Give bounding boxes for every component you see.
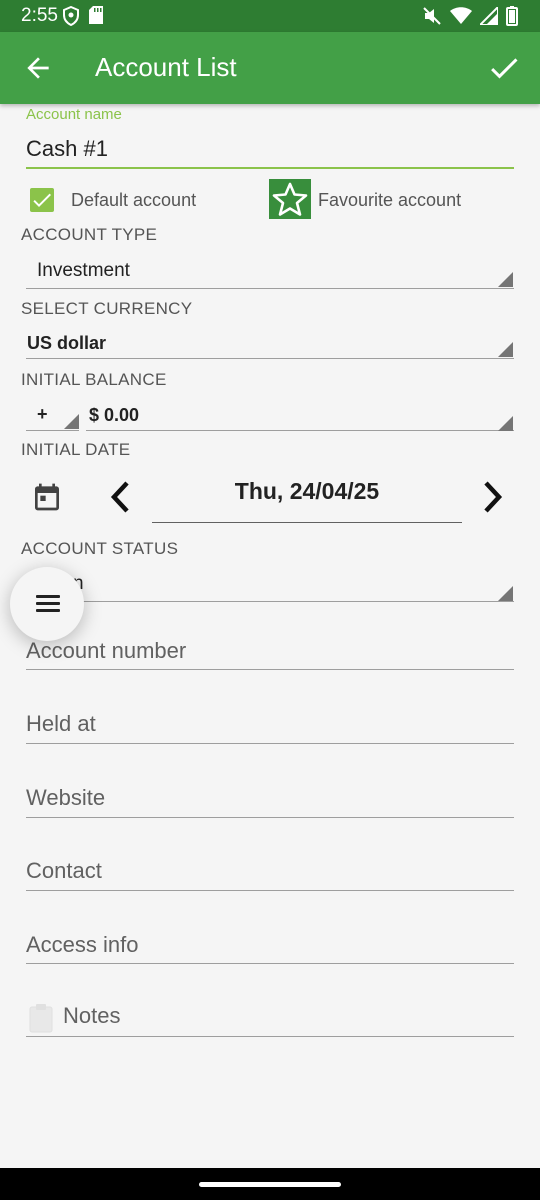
currency-underline xyxy=(26,358,514,359)
checkmark-icon xyxy=(33,193,51,207)
website-input[interactable]: Website xyxy=(26,785,105,811)
notes-underline xyxy=(26,1036,514,1037)
currency-value: US dollar xyxy=(27,333,107,353)
balance-amount-underline xyxy=(86,430,514,431)
menu-fab-button[interactable] xyxy=(10,567,84,641)
account-type-label: ACCOUNT TYPE xyxy=(21,225,158,244)
menu-icon xyxy=(36,595,60,616)
star-icon xyxy=(272,182,308,216)
app-bar: Account List xyxy=(0,32,540,104)
signal-icon xyxy=(480,7,498,25)
initial-date-underline xyxy=(152,522,462,523)
held-at-underline xyxy=(26,743,514,744)
mute-icon xyxy=(423,7,441,25)
home-gesture-handle[interactable] xyxy=(199,1182,341,1187)
shield-icon xyxy=(63,6,79,26)
dropdown-arrow-icon xyxy=(64,414,79,429)
favourite-account-label: Favourite account xyxy=(318,190,462,210)
calendar-icon[interactable] xyxy=(31,481,63,513)
account-name-label: Account name xyxy=(26,106,122,123)
chevron-right-icon[interactable] xyxy=(478,480,506,514)
balance-sign-value: + xyxy=(37,404,48,424)
notes-input[interactable]: Notes xyxy=(63,1003,120,1029)
balance-amount-value: $ 0.00 xyxy=(89,405,140,425)
arrow-back-icon[interactable] xyxy=(22,52,54,84)
account-type-value: Investment xyxy=(37,260,130,281)
account-number-input[interactable]: Account number xyxy=(26,638,186,664)
balance-sign-underline xyxy=(26,430,79,431)
website-underline xyxy=(26,817,514,818)
dropdown-arrow-icon xyxy=(498,342,513,357)
contact-input[interactable]: Contact xyxy=(26,858,102,884)
initial-balance-label: INITIAL BALANCE xyxy=(21,370,167,389)
dropdown-arrow-icon xyxy=(498,586,513,601)
chevron-left-icon[interactable] xyxy=(107,480,135,514)
held-at-input[interactable]: Held at xyxy=(26,711,96,737)
contact-underline xyxy=(26,890,514,891)
wifi-icon xyxy=(450,7,472,24)
account-status-underline xyxy=(26,601,514,602)
initial-date-label: INITIAL DATE xyxy=(21,440,131,459)
dropdown-arrow-icon xyxy=(498,272,513,287)
currency-label: SELECT CURRENCY xyxy=(21,299,193,318)
sd-card-icon xyxy=(89,6,103,24)
status-time: 2:55 xyxy=(21,5,58,26)
account-name-input[interactable]: Cash #1 xyxy=(26,136,108,162)
access-info-input[interactable]: Access info xyxy=(26,932,139,958)
clipboard-icon xyxy=(29,1004,53,1033)
battery-icon xyxy=(506,6,518,26)
account-name-underline xyxy=(26,167,514,169)
favourite-account-toggle[interactable] xyxy=(269,179,311,219)
page-title: Account List xyxy=(95,52,237,82)
system-nav-bar xyxy=(0,1168,540,1200)
dropdown-arrow-icon xyxy=(498,416,513,431)
status-bar: 2:55 xyxy=(0,0,540,32)
default-account-label: Default account xyxy=(71,190,197,210)
account-number-underline xyxy=(26,669,514,670)
initial-date-value[interactable]: Thu, 24/04/25 xyxy=(152,478,462,505)
check-icon[interactable] xyxy=(486,50,522,86)
account-type-underline xyxy=(26,288,514,289)
default-account-checkbox[interactable] xyxy=(30,188,54,212)
access-info-underline xyxy=(26,963,514,964)
account-status-label: ACCOUNT STATUS xyxy=(21,539,179,558)
